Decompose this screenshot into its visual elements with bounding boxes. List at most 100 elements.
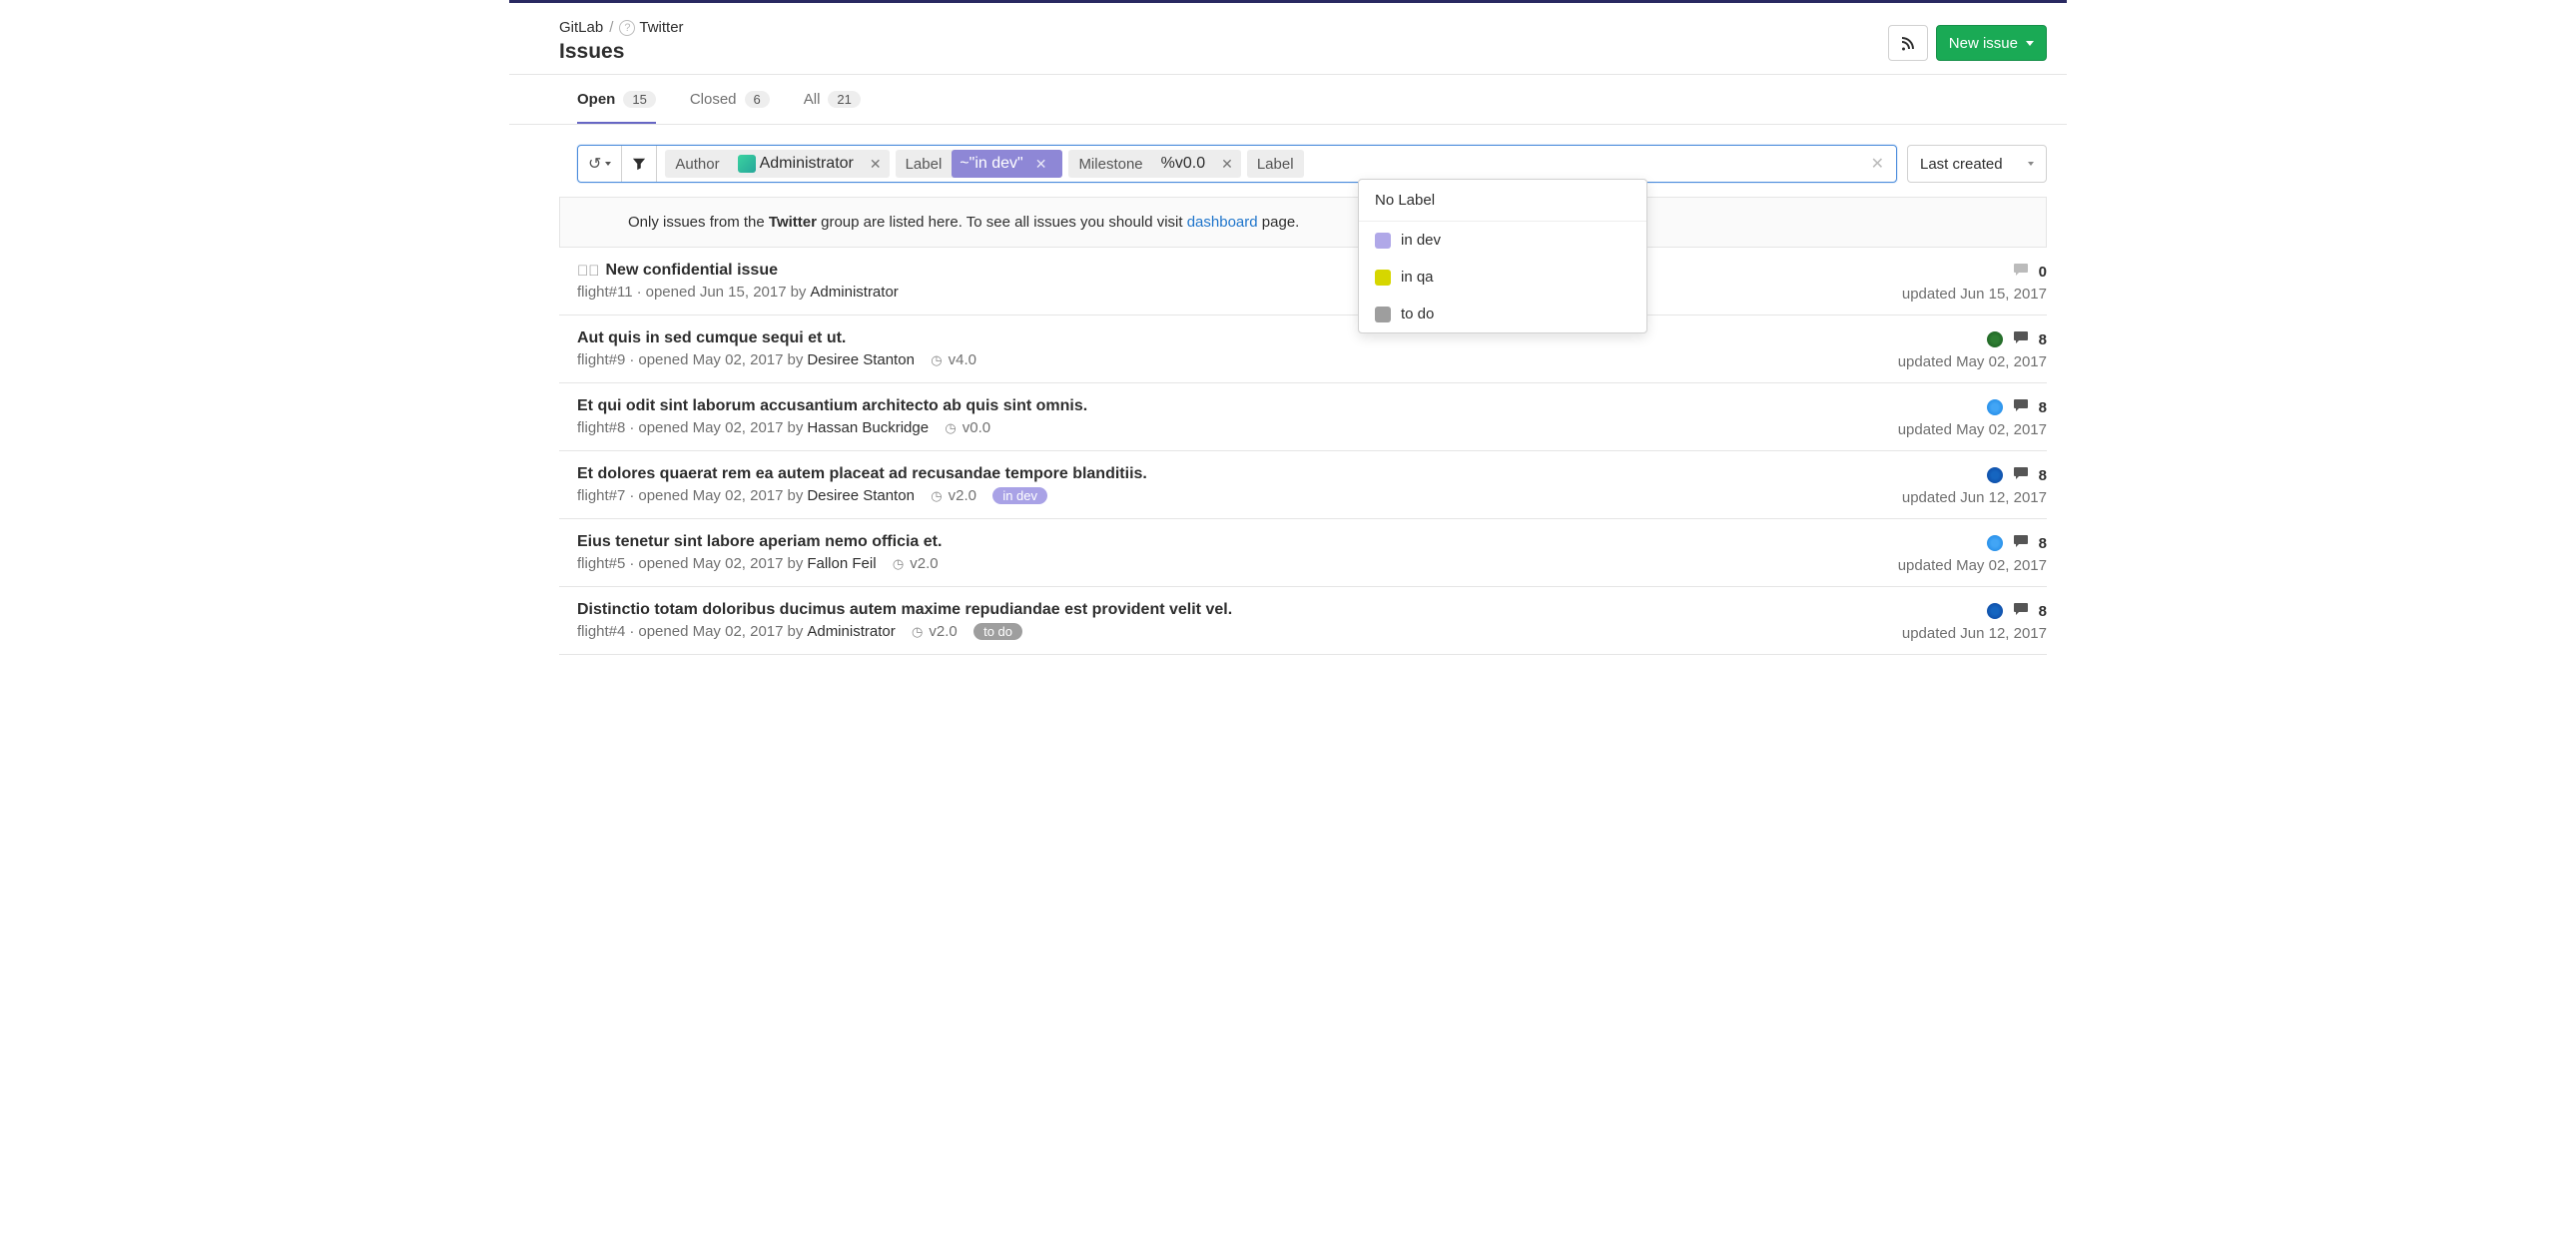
notice-group: Twitter [769,214,817,231]
issue-right-icons: 8 [1987,465,2047,485]
issue-title-text: Distinctio totam doloribus ducimus autem… [577,601,1232,619]
page-title: Issues [559,40,684,64]
issue-updated: updated Jun 12, 2017 [1902,489,2047,506]
issue-title[interactable]: Eius tenetur sint labore aperiam nemo of… [577,533,1807,551]
issue-row[interactable]: Distinctio totam doloribus ducimus autem… [559,587,2047,655]
issue-updated: updated Jun 12, 2017 [1902,625,2047,642]
tab-all[interactable]: All 21 [804,75,861,124]
sort-dropdown[interactable]: Last created [1907,145,2047,183]
issue-author[interactable]: Desiree Stanton [807,351,915,368]
issue-row[interactable]: Eius tenetur sint labore aperiam nemo of… [559,519,2047,587]
issue-author[interactable]: Administrator [810,284,898,301]
issue-ref[interactable]: flight#7 [577,487,625,504]
issue-opened: opened Jun 15, 2017 [646,284,787,301]
issue-title[interactable]: Et qui odit sint laborum accusantium arc… [577,397,1807,415]
notice-text: group are listed here. To see all issues… [817,214,1187,231]
history-icon: ↺ [588,154,601,174]
breadcrumb-group-label: Twitter [639,19,683,36]
comments-icon[interactable] [2013,329,2029,349]
label-dropdown-item-label: in qa [1401,269,1434,286]
issue-ref[interactable]: flight#9 [577,351,625,368]
comments-icon[interactable] [2013,262,2029,282]
dashboard-link[interactable]: dashboard [1187,214,1258,231]
filter-token-milestone-text: %v0.0 [1161,155,1205,173]
issue-opened: opened May 02, 2017 [638,487,783,504]
remove-token-icon[interactable]: ✕ [862,156,890,173]
filter-token-label[interactable]: Label ~"in dev" ✕ [896,150,1063,178]
issue-right-icons: 8 [1987,397,2047,417]
filter-token-label-open[interactable]: Label [1247,150,1304,178]
comments-count: 8 [2039,399,2047,416]
issue-milestone[interactable]: v0.0 [933,419,990,436]
rss-button[interactable] [1888,25,1928,61]
remove-token-icon[interactable]: ✕ [1027,156,1055,173]
issue-milestone[interactable]: v2.0 [919,487,976,504]
breadcrumb-group[interactable]: ? Twitter [619,19,683,36]
comments-icon[interactable] [2013,533,2029,553]
breadcrumb-root[interactable]: GitLab [559,19,603,36]
issue-ref[interactable]: flight#5 [577,555,625,572]
assignee-avatar[interactable] [1987,535,2003,551]
label-dropdown-header[interactable]: No Label [1359,180,1646,222]
filter-token-label-open-text: Label [1247,156,1304,173]
filter-history-button[interactable]: ↺ [578,146,622,182]
label-pill[interactable]: to do [973,623,1022,640]
issue-updated: updated May 02, 2017 [1898,353,2047,370]
issue-row[interactable]: Et qui odit sint laborum accusantium arc… [559,383,2047,451]
clock-icon [945,419,958,436]
label-pill[interactable]: in dev [992,487,1047,504]
comments-icon[interactable] [2013,397,2029,417]
filter-token-milestone[interactable]: Milestone %v0.0 ✕ [1068,150,1240,178]
issue-ref[interactable]: flight#4 [577,623,625,640]
filter-icon [632,157,646,171]
filter-token-author[interactable]: Author Administrator ✕ [665,150,889,178]
issue-title[interactable]: Et dolores quaerat rem ea autem placeat … [577,465,1807,483]
assignee-avatar[interactable] [1987,467,2003,483]
label-dropdown-item[interactable]: in dev [1359,222,1646,259]
issue-author[interactable]: Administrator [807,623,895,640]
issue-right-icons: 0 [2013,262,2047,282]
issue-ref[interactable]: flight#11 [577,284,633,301]
issue-row[interactable]: Et dolores quaerat rem ea autem placeat … [559,451,2047,519]
issue-opened: opened May 02, 2017 [638,623,783,640]
tab-all-count: 21 [828,91,860,108]
comments-icon[interactable] [2013,465,2029,485]
new-issue-button[interactable]: New issue [1936,25,2047,61]
issue-row[interactable]: 👁⃠New confidential issueflight#11opened … [559,248,2047,315]
rss-icon [1900,35,1916,51]
comments-count: 0 [2039,264,2047,281]
issue-milestone-text: v2.0 [910,555,938,572]
issue-ref[interactable]: flight#8 [577,419,625,436]
issue-meta: flight#7opened May 02, 2017 by Desiree S… [577,487,1807,504]
clear-filter-icon[interactable]: ✕ [1859,154,1896,174]
issue-milestone[interactable]: v4.0 [919,351,976,368]
issue-title[interactable]: Distinctio totam doloribus ducimus autem… [577,601,1807,619]
assignee-avatar[interactable] [1987,603,2003,619]
issue-author[interactable]: Hassan Buckridge [807,419,929,436]
issue-updated: updated May 02, 2017 [1898,421,2047,438]
filter-search-icon-button[interactable] [622,146,657,182]
notice-text: page. [1258,214,1300,231]
new-issue-label: New issue [1949,35,2018,52]
filter-token-label-text: ~"in dev" [960,155,1022,173]
clock-icon [893,555,906,572]
comments-icon[interactable] [2013,601,2029,621]
label-dropdown-item[interactable]: to do [1359,296,1646,332]
remove-token-icon[interactable]: ✕ [1213,156,1241,173]
assignee-avatar[interactable] [1987,331,2003,347]
breadcrumb: GitLab / ? Twitter [559,19,684,36]
tab-open[interactable]: Open 15 [577,75,656,124]
issue-milestone[interactable]: v2.0 [900,623,958,640]
issue-author[interactable]: Fallon Feil [807,555,876,572]
issue-milestone[interactable]: v2.0 [881,555,939,572]
assignee-avatar[interactable] [1987,399,2003,415]
issue-author[interactable]: Desiree Stanton [807,487,915,504]
color-swatch-icon [1375,270,1391,286]
label-dropdown-item[interactable]: in qa [1359,259,1646,296]
filter-token-milestone-val: %v0.0 [1153,150,1213,178]
tab-closed[interactable]: Closed 6 [690,75,770,124]
filter-token-label-key: Label [896,156,953,173]
clock-icon [912,623,925,640]
issue-row[interactable]: Aut quis in sed cumque sequi et ut.fligh… [559,315,2047,383]
filter-bar[interactable]: ↺ Author Administrator ✕ [577,145,1897,183]
